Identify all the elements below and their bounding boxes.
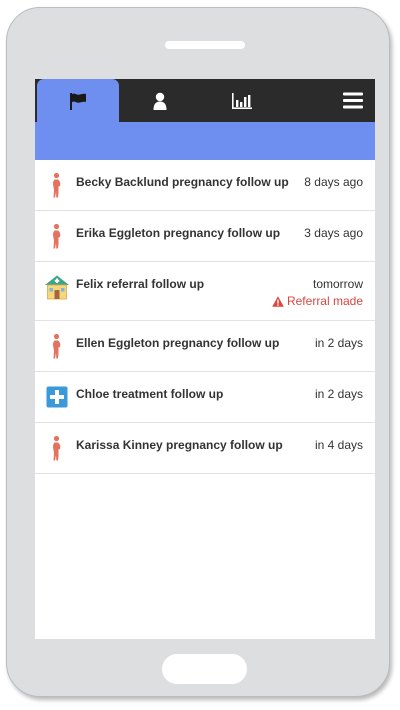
task-row[interactable]: Becky Backlund pregnancy follow up 8 day… [35,160,375,211]
task-due-date: tomorrow [312,277,363,291]
task-due-date: 8 days ago [304,175,363,189]
phone-home-button[interactable] [162,654,247,684]
task-due-date: 3 days ago [304,226,363,240]
medical-cross-icon [46,386,68,408]
app-screen: Becky Backlund pregnancy follow up 8 day… [35,79,375,639]
tab-bar [35,79,375,122]
bar-chart-icon [232,92,252,109]
tab-people[interactable] [119,79,201,122]
task-title: Karissa Kinney pregnancy follow up [76,438,283,452]
warning-icon [272,295,284,307]
person-icon [153,92,167,110]
tasks-header-banner [35,122,375,160]
task-title: Becky Backlund pregnancy follow up [76,175,289,189]
tab-menu[interactable] [331,79,375,122]
task-title: Chloe treatment follow up [76,387,224,401]
task-title: Erika Eggleton pregnancy follow up [76,226,281,240]
phone-speaker [165,41,245,49]
pregnancy-icon [53,435,61,461]
phone-frame: Becky Backlund pregnancy follow up 8 day… [6,7,390,697]
task-due-date: in 4 days [314,438,363,452]
task-row[interactable]: Ellen Eggleton pregnancy follow up in 2 … [35,321,375,372]
tab-analytics[interactable] [201,79,283,122]
pregnancy-icon [53,223,61,249]
task-due-date: in 2 days [314,336,363,350]
task-status-warning: Referral made [272,294,363,308]
task-title: Felix referral follow up [76,277,205,291]
task-row[interactable]: Chloe treatment follow up in 2 days [35,372,375,423]
task-title: Ellen Eggleton pregnancy follow up [76,336,280,350]
pregnancy-icon [53,172,61,198]
task-due-date: in 2 days [314,387,363,401]
task-status-text: Referral made [286,294,363,308]
hamburger-menu-icon [343,92,363,109]
pregnancy-icon [53,333,61,359]
task-row[interactable]: Felix referral follow up tomorrow Referr… [35,262,375,321]
tab-tasks[interactable] [37,79,119,122]
task-row[interactable]: Erika Eggleton pregnancy follow up 3 day… [35,211,375,262]
task-row[interactable]: Karissa Kinney pregnancy follow up in 4 … [35,423,375,474]
task-list: Becky Backlund pregnancy follow up 8 day… [35,160,375,474]
house-referral-icon [45,275,69,300]
flag-icon [70,92,86,110]
